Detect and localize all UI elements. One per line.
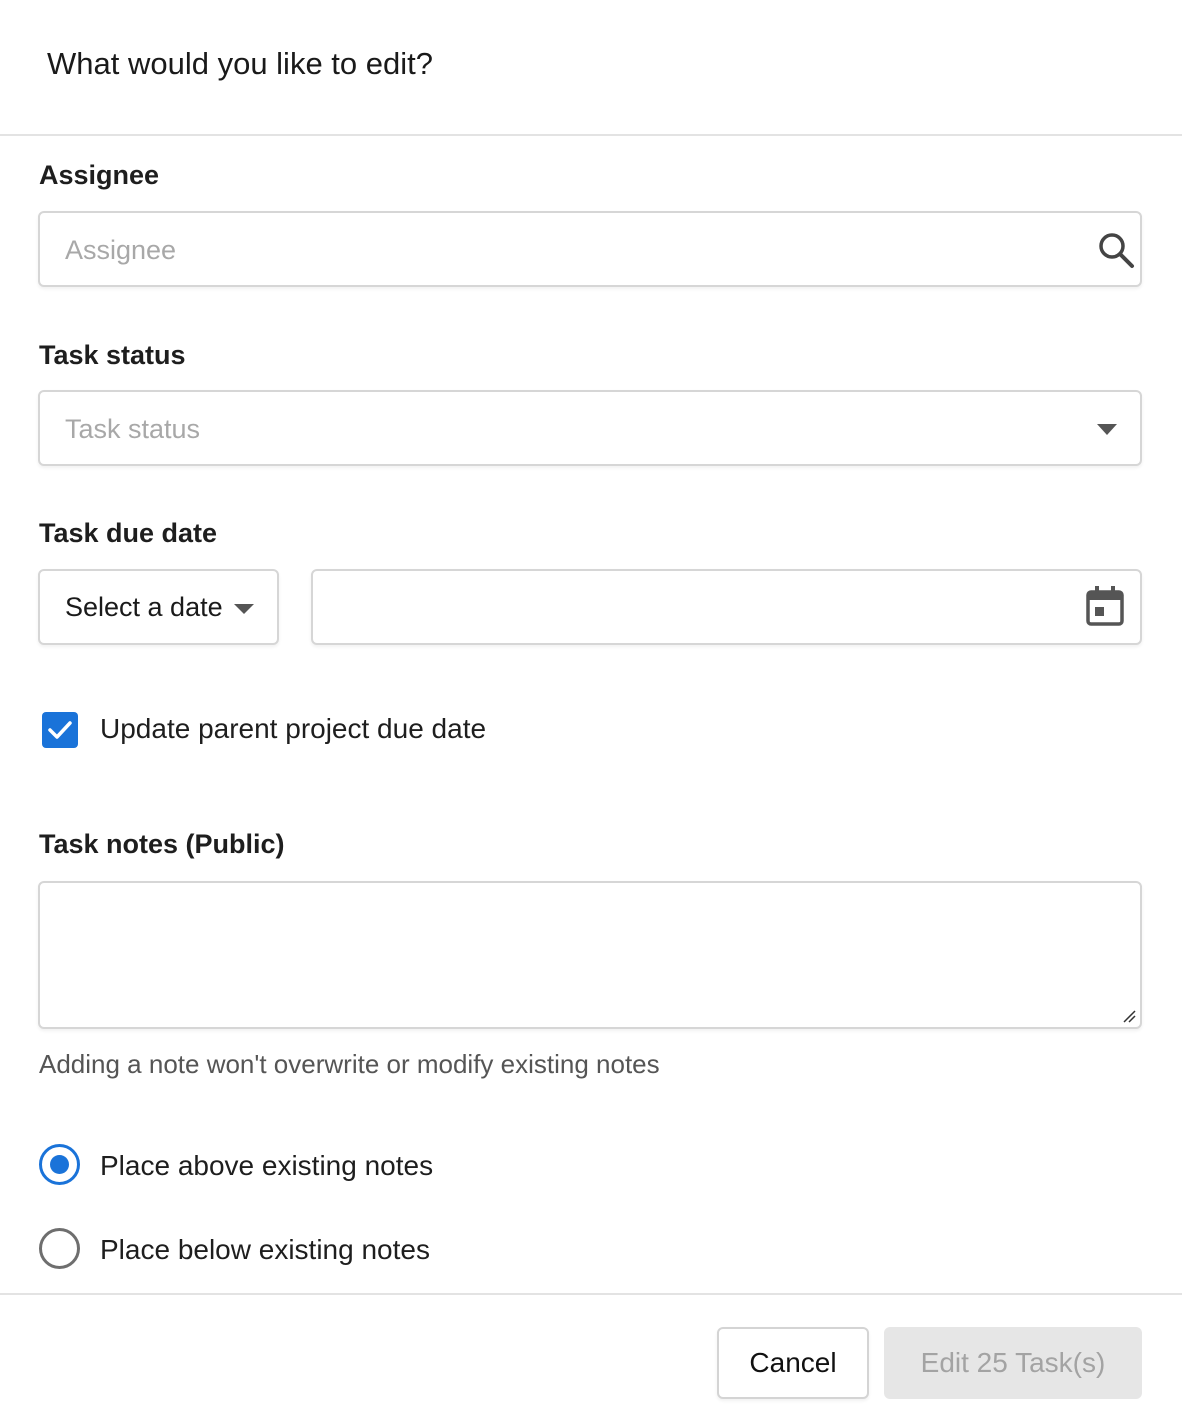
footer-divider — [0, 1293, 1182, 1295]
chevron-down-icon — [234, 604, 254, 614]
resize-handle-icon[interactable] — [1122, 1009, 1136, 1023]
place-above-label[interactable]: Place above existing notes — [100, 1150, 433, 1182]
due-date-label: Task due date — [39, 518, 218, 548]
dialog-title: What would you like to edit? — [47, 46, 433, 81]
search-icon[interactable] — [1097, 231, 1135, 269]
checkmark-icon — [48, 721, 72, 739]
update-parent-checkbox[interactable] — [42, 712, 78, 748]
due-date-input[interactable] — [311, 569, 1142, 645]
chevron-down-icon — [1097, 424, 1117, 435]
task-status-select[interactable]: Task status — [38, 390, 1142, 466]
dialog-header: What would you like to edit? — [0, 0, 1182, 136]
edit-tasks-button[interactable]: Edit 25 Task(s) — [884, 1327, 1142, 1399]
task-notes-textarea[interactable] — [38, 881, 1142, 1029]
date-mode-select[interactable]: Select a date — [38, 569, 279, 645]
calendar-icon[interactable] — [1085, 585, 1125, 627]
assignee-input[interactable]: Assignee — [38, 211, 1142, 287]
date-mode-value: Select a date — [65, 592, 223, 622]
task-status-placeholder: Task status — [65, 414, 201, 444]
place-below-label[interactable]: Place below existing notes — [100, 1234, 430, 1266]
task-notes-label: Task notes (Public) — [39, 829, 285, 859]
assignee-placeholder: Assignee — [65, 235, 177, 265]
task-status-label: Task status — [39, 340, 186, 370]
place-below-radio[interactable] — [39, 1228, 80, 1269]
notes-helper-text: Adding a note won't overwrite or modify … — [39, 1049, 660, 1079]
place-above-radio[interactable] — [39, 1144, 80, 1185]
cancel-button[interactable]: Cancel — [717, 1327, 869, 1399]
assignee-label: Assignee — [39, 160, 160, 190]
update-parent-label[interactable]: Update parent project due date — [100, 713, 486, 745]
